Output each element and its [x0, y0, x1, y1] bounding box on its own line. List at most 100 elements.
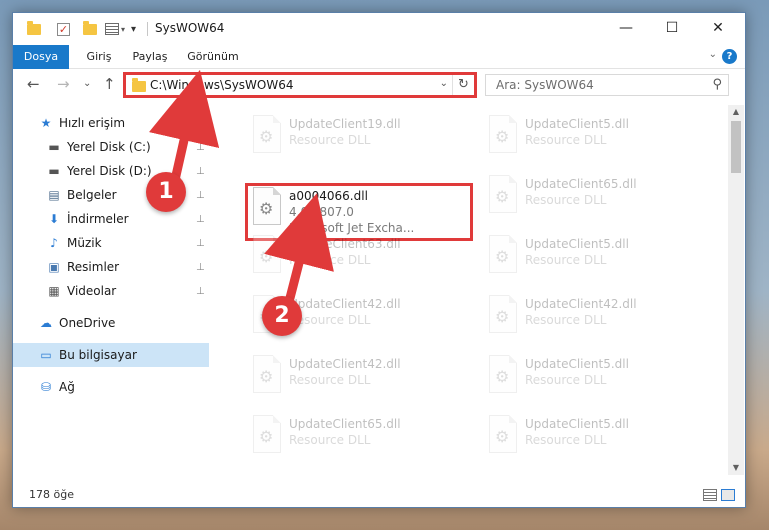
pin-icon[interactable]: ⊥ — [196, 262, 205, 273]
properties-check-icon[interactable]: ✓ — [57, 20, 70, 38]
sidebar-item-label: Yerel Disk (C:) — [67, 140, 151, 154]
ribbon-tabs: Dosya Giriş Paylaş Görünüm ⌄ ? — [13, 45, 745, 69]
pin-icon[interactable]: ⊥ — [196, 286, 205, 297]
search-box[interactable]: Ara: SysWOW64 ⚲ — [485, 74, 729, 96]
file-name: UpdateClient65.dll — [525, 177, 637, 191]
sidebar-item-onedrive[interactable]: ☁ OneDrive — [13, 311, 209, 335]
sidebar-item-label: İndirmeler — [67, 212, 129, 226]
large-icons-view-icon[interactable] — [721, 489, 735, 501]
customize-toolbar-icon[interactable]: ▾ — [131, 20, 136, 38]
folder-icon[interactable] — [27, 20, 41, 38]
minimize-button[interactable]: — — [603, 13, 649, 43]
dll-file-icon: ⚙ — [485, 355, 521, 399]
file-name: UpdateClient42.dll — [525, 297, 637, 311]
file-tile[interactable]: ⚙ UpdateClient42.dll Resource DLL — [479, 291, 707, 347]
help-icon[interactable]: ? — [722, 49, 737, 64]
new-folder-icon[interactable] — [83, 20, 97, 38]
file-list: ⚙ UpdateClient19.dll Resource DLL ⚙ Upda… — [217, 105, 727, 473]
maximize-button[interactable]: ☐ — [649, 13, 695, 43]
download-icon: ⬇ — [48, 212, 60, 226]
sidebar-item-label: Ağ — [59, 380, 75, 394]
sidebar-item-label: Bu bilgisayar — [59, 348, 137, 362]
sidebar-item-disk-c[interactable]: ▬ Yerel Disk (C:) ⊥ — [13, 135, 209, 159]
search-icon[interactable]: ⚲ — [712, 77, 722, 92]
properties-icon[interactable]: ▾ — [105, 20, 125, 38]
dll-file-icon: ⚙ — [485, 415, 521, 459]
drive-icon: ▬ — [48, 164, 60, 178]
scroll-up-arrow-icon[interactable]: ▲ — [728, 105, 744, 119]
star-icon: ★ — [40, 116, 52, 130]
file-type: Resource DLL — [289, 373, 371, 387]
file-tile[interactable]: ⚙ UpdateClient5.dll Resource DLL — [479, 351, 707, 407]
tab-home[interactable]: Giriş — [79, 45, 119, 69]
back-button[interactable]: ← — [27, 76, 40, 92]
file-type: Resource DLL — [289, 433, 371, 447]
file-name: UpdateClient42.dll — [289, 297, 401, 311]
file-name: UpdateClient42.dll — [289, 357, 401, 371]
file-tile[interactable]: ⚙ UpdateClient63.dll Resource DLL — [243, 231, 471, 287]
file-name: UpdateClient63.dll — [289, 237, 401, 251]
sidebar-item-music[interactable]: ♪ Müzik ⊥ — [13, 231, 209, 255]
file-type: Resource DLL — [525, 433, 607, 447]
tab-share[interactable]: Paylaş — [127, 45, 173, 69]
step-1-badge: 1 — [146, 172, 186, 212]
sidebar-item-this-pc[interactable]: ▭ Bu bilgisayar — [13, 343, 209, 367]
tab-view[interactable]: Görünüm — [183, 45, 243, 69]
sidebar-item-pictures[interactable]: ▣ Resimler ⊥ — [13, 255, 209, 279]
sidebar-item-label: OneDrive — [59, 316, 116, 330]
search-placeholder[interactable]: Ara: SysWOW64 — [496, 78, 594, 92]
pin-icon[interactable]: ⊥ — [196, 238, 205, 249]
scroll-thumb[interactable] — [731, 121, 741, 173]
dll-file-icon: ⚙ — [485, 175, 521, 219]
file-type: Resource DLL — [525, 373, 607, 387]
step-2-badge: 2 — [262, 296, 302, 336]
forward-button[interactable]: → — [57, 76, 70, 92]
file-name: UpdateClient5.dll — [525, 117, 629, 131]
file-name: UpdateClient5.dll — [525, 417, 629, 431]
item-count: 178 öğe — [29, 488, 74, 501]
file-name: UpdateClient65.dll — [289, 417, 401, 431]
title-bar: ✓ ▾ ▾ SysWOW64 — ☐ ✕ — [13, 13, 745, 45]
sidebar-item-videos[interactable]: ▦ Videolar ⊥ — [13, 279, 209, 303]
file-type: Resource DLL — [525, 253, 607, 267]
sidebar-item-label: Yerel Disk (D:) — [67, 164, 152, 178]
file-tile[interactable]: ⚙ UpdateClient5.dll Resource DLL — [479, 111, 707, 167]
file-type: Resource DLL — [525, 133, 607, 147]
dll-file-icon: ⚙ — [249, 115, 285, 159]
videos-icon: ▦ — [48, 284, 60, 298]
pin-icon[interactable]: ⊥ — [196, 166, 205, 177]
sidebar-item-quick-access[interactable]: ★ Hızlı erişim — [13, 111, 209, 135]
details-view-icon[interactable] — [703, 489, 717, 501]
recent-locations-button[interactable]: ⌄ — [83, 76, 91, 92]
computer-icon: ▭ — [40, 348, 52, 362]
sidebar-item-label: Videolar — [67, 284, 117, 298]
file-tile[interactable]: ⚙ UpdateClient65.dll Resource DLL — [479, 171, 707, 227]
sidebar-item-downloads[interactable]: ⬇ İndirmeler ⊥ — [13, 207, 209, 231]
ribbon-collapse-icon[interactable]: ⌄ — [709, 49, 717, 60]
sidebar-item-network[interactable]: ⛁ Ağ — [13, 375, 209, 399]
file-tile[interactable]: ⚙ UpdateClient65.dll Resource DLL — [243, 411, 471, 467]
close-button[interactable]: ✕ — [695, 13, 741, 43]
navigation-pane: ★ Hızlı erişim ▬ Yerel Disk (C:) ⊥ ▬ Yer… — [13, 105, 209, 473]
file-type: Resource DLL — [525, 193, 607, 207]
up-button[interactable]: ↑ — [103, 76, 116, 92]
file-type: Resource DLL — [289, 133, 371, 147]
window-title: SysWOW64 — [155, 21, 225, 35]
explorer-window: ✓ ▾ ▾ SysWOW64 — ☐ ✕ Dosya Giriş Paylaş … — [12, 12, 746, 508]
tab-file[interactable]: Dosya — [13, 45, 69, 69]
pin-icon[interactable]: ⊥ — [196, 142, 205, 153]
file-tile[interactable]: ⚙ UpdateClient5.dll Resource DLL — [479, 411, 707, 467]
file-type: Resource DLL — [525, 313, 607, 327]
file-tile[interactable]: ⚙ UpdateClient5.dll Resource DLL — [479, 231, 707, 287]
pin-icon[interactable]: ⊥ — [196, 214, 205, 225]
file-tile[interactable]: ⚙ UpdateClient42.dll Resource DLL — [243, 351, 471, 407]
sidebar-item-label: Hızlı erişim — [59, 116, 126, 130]
scroll-down-arrow-icon[interactable]: ▼ — [728, 461, 744, 475]
pin-icon[interactable]: ⊥ — [196, 190, 205, 201]
sidebar-item-label: Belgeler — [67, 188, 117, 202]
file-tile[interactable]: ⚙ UpdateClient19.dll Resource DLL — [243, 111, 471, 167]
vertical-scrollbar[interactable]: ▲ ▼ — [728, 105, 744, 475]
sidebar-item-label: Müzik — [67, 236, 102, 250]
address-highlight-box — [123, 72, 477, 98]
dll-file-icon: ⚙ — [485, 115, 521, 159]
